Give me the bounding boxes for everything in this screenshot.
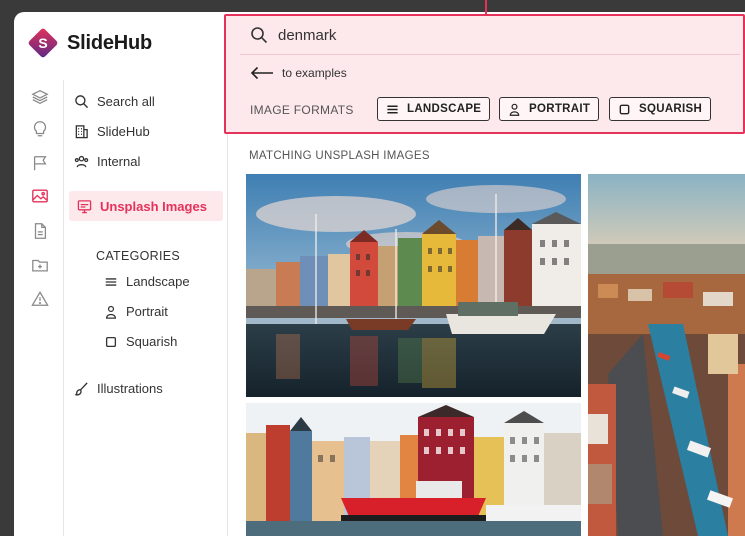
layers-icon[interactable] (29, 86, 51, 108)
app-name-rest: Hub (113, 31, 153, 54)
search-icon (75, 94, 89, 108)
image-formats-label: IMAGE FORMATS (250, 103, 354, 117)
result-image-colorful-houses[interactable] (246, 403, 581, 536)
app-name-bold: Slide (67, 31, 114, 54)
flag-icon[interactable] (29, 152, 51, 174)
format-landscape-button[interactable]: LANDSCAPE (377, 97, 491, 121)
format-portrait-button[interactable]: PORTRAIT (499, 97, 600, 121)
person-icon (509, 103, 520, 116)
back-to-examples-link[interactable]: to examples (250, 66, 347, 80)
lightbulb-icon[interactable] (29, 118, 51, 140)
nav-unsplash-label: Unsplash Images (100, 198, 207, 214)
search-panel: to examples IMAGE FORMATS LANDSCAPE PORT… (224, 14, 745, 134)
search-icon (251, 27, 268, 44)
lines-icon (105, 277, 117, 286)
result-image-aerial-canal[interactable] (588, 174, 745, 536)
category-squarish-label: Squarish (126, 334, 178, 349)
logo-mark: S (26, 26, 60, 60)
category-portrait[interactable]: Portrait (104, 304, 168, 319)
nav-search-all[interactable]: Search all (74, 89, 155, 113)
category-landscape[interactable]: Landscape (104, 274, 190, 289)
search-input[interactable] (278, 26, 708, 44)
nav-internal[interactable]: Internal (74, 149, 140, 173)
category-landscape-label: Landscape (126, 274, 190, 289)
folder-plus-icon[interactable] (29, 254, 51, 276)
results-title: MATCHING UNSPLASH IMAGES (249, 150, 430, 162)
category-nav: Search all SlideHub Internal Unsplash Im… (64, 80, 228, 536)
app-name: SlideHub (67, 32, 152, 55)
image-icon[interactable] (29, 185, 51, 207)
nav-illustrations-label: Illustrations (97, 380, 163, 396)
lines-icon (387, 105, 398, 113)
arrow-left-icon (250, 66, 273, 80)
nav-slidehub-label: SlideHub (97, 123, 150, 139)
categories-title: CATEGORIES (96, 249, 181, 263)
format-squarish-label: SQUARISH (639, 103, 703, 115)
search-row (250, 26, 708, 44)
callout-pointer (485, 0, 487, 14)
icon-rail (14, 80, 64, 536)
building-icon (75, 124, 88, 138)
category-portrait-label: Portrait (126, 304, 168, 319)
back-link-label: to examples (282, 66, 347, 80)
warning-icon[interactable] (29, 288, 51, 310)
brush-icon (75, 381, 88, 396)
nav-illustrations[interactable]: Illustrations (74, 376, 163, 400)
square-icon (619, 104, 630, 114)
format-squarish-button[interactable]: SQUARISH (609, 97, 712, 121)
nav-unsplash-images[interactable]: Unsplash Images (69, 191, 223, 221)
category-squarish[interactable]: Squarish (104, 334, 177, 349)
nav-slidehub[interactable]: SlideHub (74, 119, 150, 143)
search-underline (240, 54, 740, 55)
person-icon (106, 305, 116, 319)
app-logo[interactable]: S SlideHub (26, 26, 152, 60)
document-icon[interactable] (29, 220, 51, 242)
monitor-image-icon (77, 199, 92, 213)
format-portrait-label: PORTRAIT (529, 103, 591, 115)
result-image-nyhavn-canal[interactable] (246, 174, 581, 397)
logo-letter: S (38, 35, 47, 51)
nav-internal-label: Internal (97, 153, 141, 169)
users-icon (74, 155, 89, 167)
square-icon (105, 336, 117, 347)
nav-search-all-label: Search all (97, 93, 155, 109)
format-landscape-label: LANDSCAPE (407, 103, 482, 115)
